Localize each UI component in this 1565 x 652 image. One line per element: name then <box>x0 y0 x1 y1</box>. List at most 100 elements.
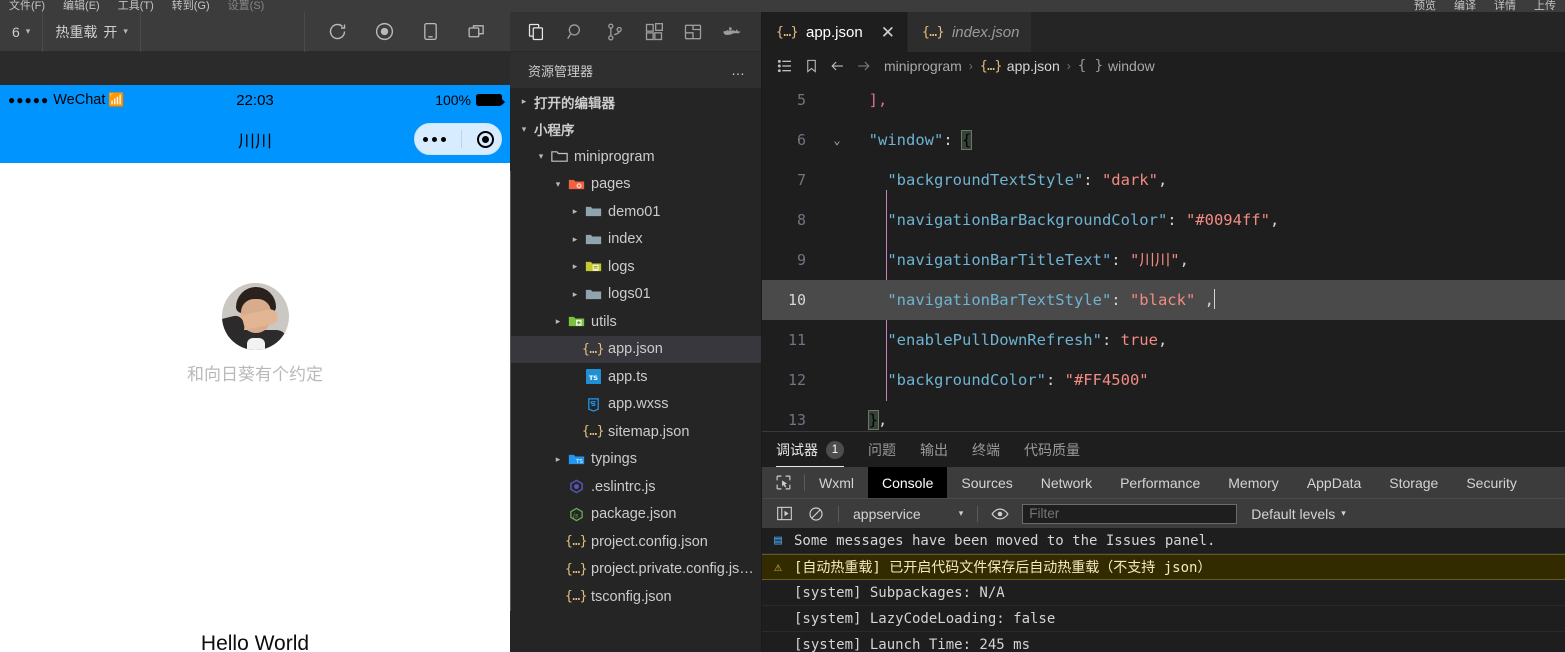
devtools-tab[interactable]: Console <box>868 467 948 498</box>
menu-item-preview[interactable]: 预览 <box>1405 1 1445 12</box>
code-line[interactable]: 5 ], <box>762 80 1565 120</box>
live-expression-icon[interactable] <box>984 507 1016 521</box>
devtools-tab[interactable]: Memory <box>1214 467 1293 498</box>
explorer-more-icon[interactable]: … <box>731 62 747 78</box>
menu-item-compile[interactable]: 编译 <box>1445 1 1485 12</box>
menu-item-settings[interactable]: 设置(S) <box>219 1 274 12</box>
docker-icon[interactable] <box>721 21 743 43</box>
devtools-tab[interactable]: Security <box>1452 467 1531 498</box>
devtools-tab[interactable]: Storage <box>1375 467 1452 498</box>
more-icon[interactable] <box>422 136 446 142</box>
tree-section-1[interactable]: ▾ 小程序 <box>510 116 761 144</box>
record-icon[interactable] <box>374 21 395 42</box>
twisty-icon[interactable]: ▸ <box>550 316 566 327</box>
twisty-icon[interactable]: ▸ <box>567 206 583 217</box>
code-line[interactable]: 6 ⌄ "window": { <box>762 120 1565 160</box>
console-sidebar-icon[interactable] <box>768 506 800 521</box>
code-line[interactable]: 8 "navigationBarBackgroundColor": "#0094… <box>762 200 1565 240</box>
tree-item[interactable]: ▾ pages <box>510 170 761 199</box>
panel-tab[interactable]: 代码质量 <box>1024 432 1080 467</box>
tree-item[interactable]: ▸ index <box>510 225 761 254</box>
code-line[interactable]: 9 "navigationBarTitleText": "川川", <box>762 240 1565 280</box>
console-levels-selector[interactable]: Default levels ▾ <box>1251 506 1346 522</box>
menu-item-details[interactable]: 详情 <box>1485 1 1525 12</box>
outline-icon[interactable] <box>772 58 798 74</box>
tree-item[interactable]: {…} app.json <box>510 335 761 363</box>
hot-reload-selector[interactable]: 热重载 开 ▾ <box>43 11 141 52</box>
tree-item[interactable]: .eslintrc.js <box>510 473 761 501</box>
menu-item-goto[interactable]: 转到(G) <box>163 1 219 12</box>
twisty-icon[interactable]: ▸ <box>567 261 583 272</box>
refresh-icon[interactable] <box>327 21 348 42</box>
code-line[interactable]: 13 }, <box>762 400 1565 431</box>
device-selector[interactable]: 6 ▾ <box>0 11 44 52</box>
menu-item-edit[interactable]: 编辑(E) <box>54 1 109 12</box>
toolbar-divider <box>977 505 979 522</box>
tree-item[interactable]: {…} tsconfig.json <box>510 583 761 611</box>
twisty-icon[interactable]: ▸ <box>550 454 566 465</box>
console-context-selector[interactable]: appservice ▾ <box>845 506 971 522</box>
phone-icon[interactable] <box>421 21 440 42</box>
explorer-icon[interactable] <box>526 21 548 43</box>
twisty-icon[interactable]: ▸ <box>567 234 583 245</box>
twisty-icon[interactable]: ▸ <box>567 289 583 300</box>
tree-item[interactable]: ▸ utils <box>510 308 761 336</box>
devtools-tab[interactable]: Network <box>1027 467 1106 498</box>
code-line[interactable]: 11 "enablePullDownRefresh": true, <box>762 320 1565 360</box>
twisty-icon[interactable]: ▸ <box>516 96 532 107</box>
twisty-icon[interactable]: ▾ <box>550 179 566 190</box>
line-number: 5 <box>796 91 806 109</box>
tree-item[interactable]: app.wxss <box>510 390 761 419</box>
menu-item-file[interactable]: 文件(F) <box>0 1 54 12</box>
code-line[interactable]: 12 "backgroundColor": "#FF4500" <box>762 360 1565 400</box>
code-line[interactable]: 10 "navigationBarTextStyle": "black" , <box>762 280 1565 320</box>
menu-item-upload[interactable]: 上传 <box>1525 1 1565 12</box>
tree-item[interactable]: js package.json <box>510 500 761 529</box>
devtools-tab[interactable]: Sources <box>947 467 1026 498</box>
forward-arrow-icon[interactable] <box>850 58 876 74</box>
menu-item-tools[interactable]: 工具(T) <box>109 1 163 12</box>
breadcrumb-miniprogram[interactable]: miniprogram <box>884 58 962 74</box>
fold-icon[interactable]: ⌄ <box>824 120 850 160</box>
tree-item[interactable]: TS app.ts <box>510 363 761 391</box>
panel-tab[interactable]: 终端 <box>972 432 1000 467</box>
tree-item[interactable]: ▸ demo01 <box>510 198 761 226</box>
breadcrumb-app-json[interactable]: {…} app.json <box>980 58 1060 74</box>
editor-tab-app-json[interactable]: {…} app.json ✕ <box>762 12 908 52</box>
hot-reload-label: 热重载 <box>55 23 98 40</box>
tree-item[interactable]: {…} project.private.config.js… <box>510 555 761 584</box>
panel-tab[interactable]: 输出 <box>920 432 948 467</box>
tree-item[interactable]: {…} sitemap.json <box>510 418 761 446</box>
panel-tab[interactable]: 问题 <box>868 432 896 467</box>
panel-tab[interactable]: 调试器 1 <box>776 432 844 467</box>
code-editor[interactable]: 5 ], 6 ⌄ "window": {7 "backgroundTextStyle… <box>762 80 1565 431</box>
wifi-icon: 📶 <box>108 92 125 107</box>
devtools-tab[interactable]: Performance <box>1106 467 1214 498</box>
tree-item[interactable]: ▾ miniprogram <box>510 143 761 171</box>
extensions-icon[interactable] <box>643 21 665 43</box>
editor-tab-index-json[interactable]: {…} index.json <box>907 12 1033 52</box>
tree-item[interactable]: ▸ TS typings <box>510 445 761 474</box>
tree-item[interactable]: ▸ logs01 <box>510 280 761 309</box>
search-icon[interactable] <box>565 21 587 43</box>
capsule-button[interactable] <box>414 123 502 155</box>
console-filter-input[interactable] <box>1022 503 1238 524</box>
bookmark-icon[interactable] <box>798 58 824 74</box>
breadcrumb-window[interactable]: { } window <box>1078 58 1155 74</box>
windows-icon[interactable] <box>466 21 488 42</box>
twisty-icon[interactable]: ▾ <box>516 124 532 135</box>
tree-item[interactable]: ▸ logs <box>510 253 761 281</box>
inspect-element-icon[interactable] <box>762 467 804 498</box>
layout-icon[interactable] <box>682 21 704 43</box>
devtools-tab[interactable]: AppData <box>1293 467 1375 498</box>
twisty-icon[interactable]: ▾ <box>533 151 549 162</box>
tree-section-0[interactable]: ▸ 打开的编辑器 <box>510 88 761 116</box>
clear-console-icon[interactable] <box>800 506 832 522</box>
tree-item[interactable]: {…} project.config.json <box>510 528 761 556</box>
code-line[interactable]: 7 "backgroundTextStyle": "dark", <box>762 160 1565 200</box>
close-icon[interactable]: ✕ <box>881 24 895 41</box>
devtools-tab[interactable]: Wxml <box>805 467 868 498</box>
back-arrow-icon[interactable] <box>824 58 850 74</box>
target-icon[interactable] <box>476 130 494 148</box>
source-control-icon[interactable] <box>604 21 626 43</box>
